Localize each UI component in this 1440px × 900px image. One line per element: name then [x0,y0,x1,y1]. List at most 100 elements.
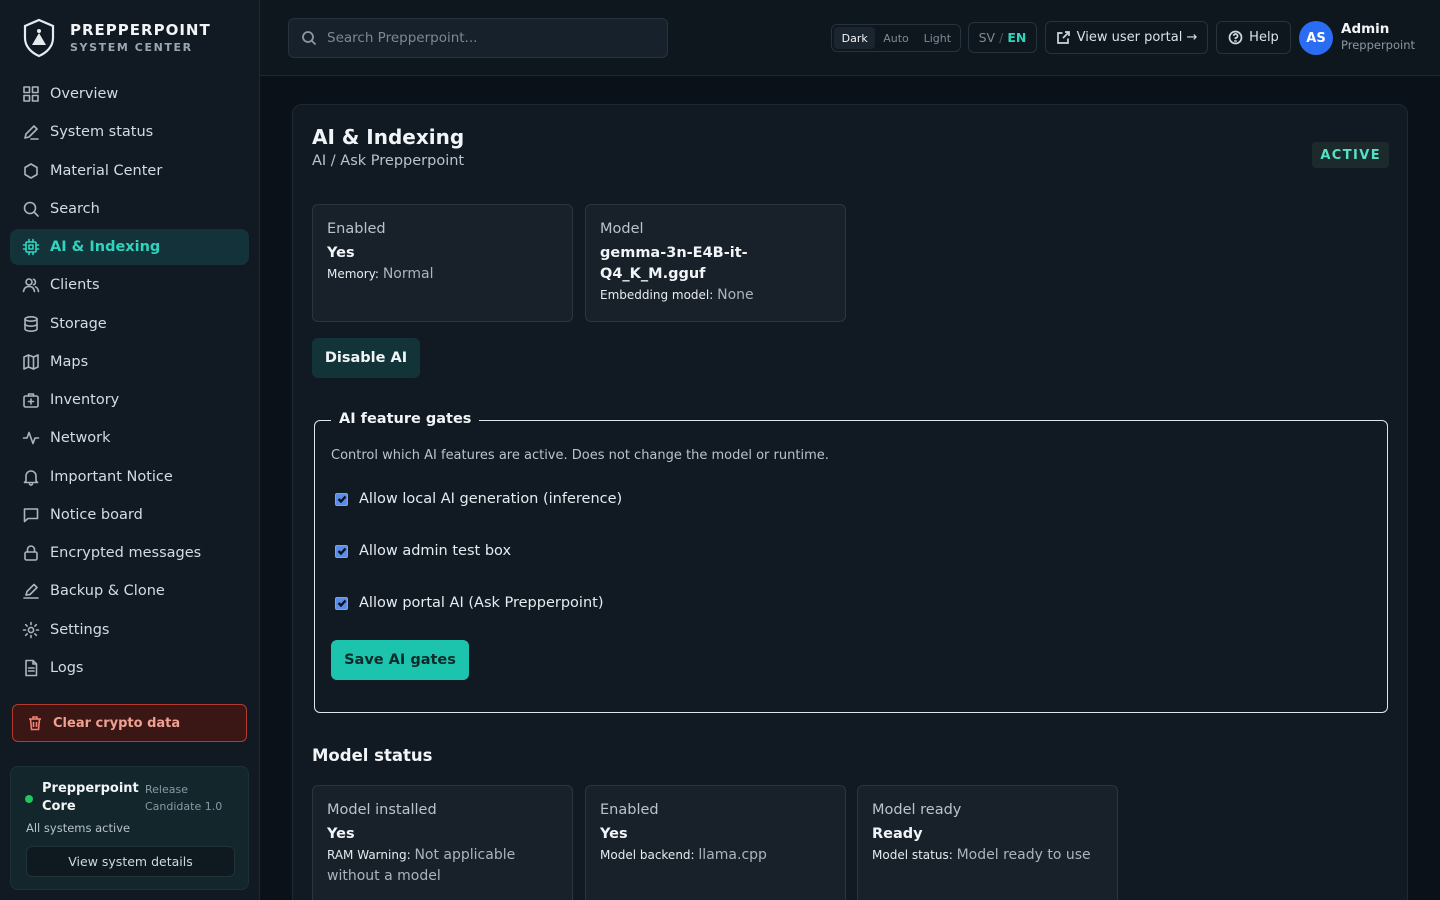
clear-crypto-data-button[interactable]: Clear crypto data [12,704,247,742]
user-org: Prepperpoint [1341,38,1416,52]
model-card: Model gemma-3n-E4B-it-Q4_K_M.gguf Embedd… [585,204,846,322]
sidebar-item-label: Backup & Clone [50,583,165,600]
card-label: Enabled [600,802,659,818]
sidebar-item-label: Notice board [50,506,143,523]
shield-logo-icon [23,18,55,58]
hexagon-icon [22,162,40,180]
card-label: Model ready [872,802,962,818]
search-input[interactable] [327,30,647,46]
sidebar-item-maps[interactable]: Maps [10,344,249,380]
view-system-details-button[interactable]: View system details [26,846,235,877]
sidebar-item-storage[interactable]: Storage [10,306,249,342]
card-meta: Embedding model: None [600,285,831,306]
theme-option-dark[interactable]: Dark [834,27,876,49]
chip-icon [22,238,40,256]
sidebar: PREPPERPOINT SYSTEM CENTER Overview Syst… [0,0,260,900]
sidebar-item-settings[interactable]: Settings [10,612,249,648]
sidebar-item-material-center[interactable]: Material Center [10,153,249,189]
sidebar-nav: Overview System status Material Center S… [10,76,249,688]
help-button[interactable]: Help [1216,21,1291,54]
language-separator: / [999,30,1004,45]
user-name: Admin [1341,21,1390,37]
clear-crypto-data-label: Clear crypto data [53,715,181,731]
sidebar-item-system-status[interactable]: System status [10,114,249,150]
sidebar-item-label: Material Center [50,162,163,179]
page-title: AI & Indexing [312,125,465,149]
sidebar-item-encrypted-messages[interactable]: Encrypted messages [10,535,249,571]
theme-option-light[interactable]: Light [917,27,958,49]
gear-icon [22,621,40,639]
status-badge: ACTIVE [1312,142,1389,168]
sidebar-item-label: Storage [50,315,107,332]
map-icon [22,353,40,371]
gate-local-ai-checkbox[interactable]: Allow local AI generation (inference) [335,491,622,507]
card-label: Enabled [327,221,386,237]
sidebar-item-label: Inventory [50,392,120,409]
topbar: Dark Auto Light SV / EN View user portal… [260,0,1440,76]
card-value: gemma-3n-E4B-it-Q4_K_M.gguf [600,245,748,282]
sidebar-item-logs[interactable]: Logs [10,650,249,686]
sidebar-item-label: Network [50,430,111,447]
card-value: Yes [600,826,628,842]
language-sv[interactable]: SV [979,30,996,45]
card-meta: Model status: Model ready to use [872,845,1103,866]
sidebar-item-clients[interactable]: Clients [10,267,249,303]
sidebar-item-ai-indexing[interactable]: AI & Indexing [10,229,249,266]
ai-feature-gates: AI feature gates Control which AI featur… [314,411,1388,713]
card-meta-label: Model backend: [600,848,695,862]
card-meta-value: Model ready to use [956,847,1091,863]
view-user-portal-label: View user portal → [1076,30,1198,45]
view-user-portal-button[interactable]: View user portal → [1045,21,1208,54]
core-status-card: Prepperpoint Core Release Candidate 1.0 … [10,766,249,890]
avatar[interactable]: AS [1299,21,1333,55]
checkbox-label: Allow portal AI (Ask Prepperpoint) [359,595,604,611]
gate-portal-ai-checkbox[interactable]: Allow portal AI (Ask Prepperpoint) [335,595,603,611]
sidebar-item-label: Maps [50,353,89,370]
card-meta: Memory: Normal [327,264,558,285]
language-en[interactable]: EN [1007,30,1026,45]
card-value: Yes [327,245,355,261]
card-meta: Model backend: llama.cpp [600,845,831,866]
check-icon [337,599,346,608]
enabled-card: Enabled Yes Memory: Normal [312,204,573,322]
theme-option-auto[interactable]: Auto [875,27,916,49]
sidebar-item-label: Encrypted messages [50,545,202,562]
ai-indexing-panel: AI & Indexing AI / Ask Prepperpoint ACTI… [292,104,1408,900]
sidebar-item-label: Settings [50,621,110,638]
save-ai-gates-button[interactable]: Save AI gates [331,640,469,680]
disable-ai-button[interactable]: Disable AI [312,338,420,378]
card-label: Model [600,221,644,237]
status-dot [25,795,33,803]
sidebar-item-backup-clone[interactable]: Backup & Clone [10,573,249,609]
checkbox[interactable] [335,492,348,506]
card-meta-label: Model status: [872,848,953,862]
check-icon [337,547,346,556]
gates-legend: AI feature gates [331,411,480,427]
search-box[interactable] [288,18,668,58]
bell-icon [22,468,40,486]
sidebar-item-network[interactable]: Network [10,420,249,456]
model-ready-card: Model ready Ready Model status: Model re… [857,785,1118,900]
gate-admin-test-box-checkbox[interactable]: Allow admin test box [335,543,511,559]
brand-subtitle: SYSTEM CENTER [70,41,193,54]
card-meta-label: Memory: [327,267,379,281]
sidebar-item-inventory[interactable]: Inventory [10,382,249,418]
brand[interactable]: PREPPERPOINT SYSTEM CENTER [22,18,211,58]
activity-icon [22,429,40,447]
checkbox-label: Allow local AI generation (inference) [359,491,623,507]
backup-icon [22,582,40,600]
sidebar-item-label: Overview [50,86,119,102]
sidebar-item-important-notice[interactable]: Important Notice [10,459,249,495]
grid-icon [22,85,40,103]
sidebar-item-notice-board[interactable]: Notice board [10,497,249,533]
check-icon [337,495,346,504]
card-meta-label: Embedding model: [600,288,714,302]
checkbox[interactable] [335,596,348,610]
core-release: Release Candidate 1.0 [145,783,223,813]
pen-icon [22,123,40,141]
checkbox[interactable] [335,544,348,558]
sidebar-item-search[interactable]: Search [10,191,249,227]
sidebar-item-overview[interactable]: Overview [10,76,249,112]
brand-title: PREPPERPOINT [70,21,211,39]
core-name: Prepperpoint Core [42,781,139,814]
